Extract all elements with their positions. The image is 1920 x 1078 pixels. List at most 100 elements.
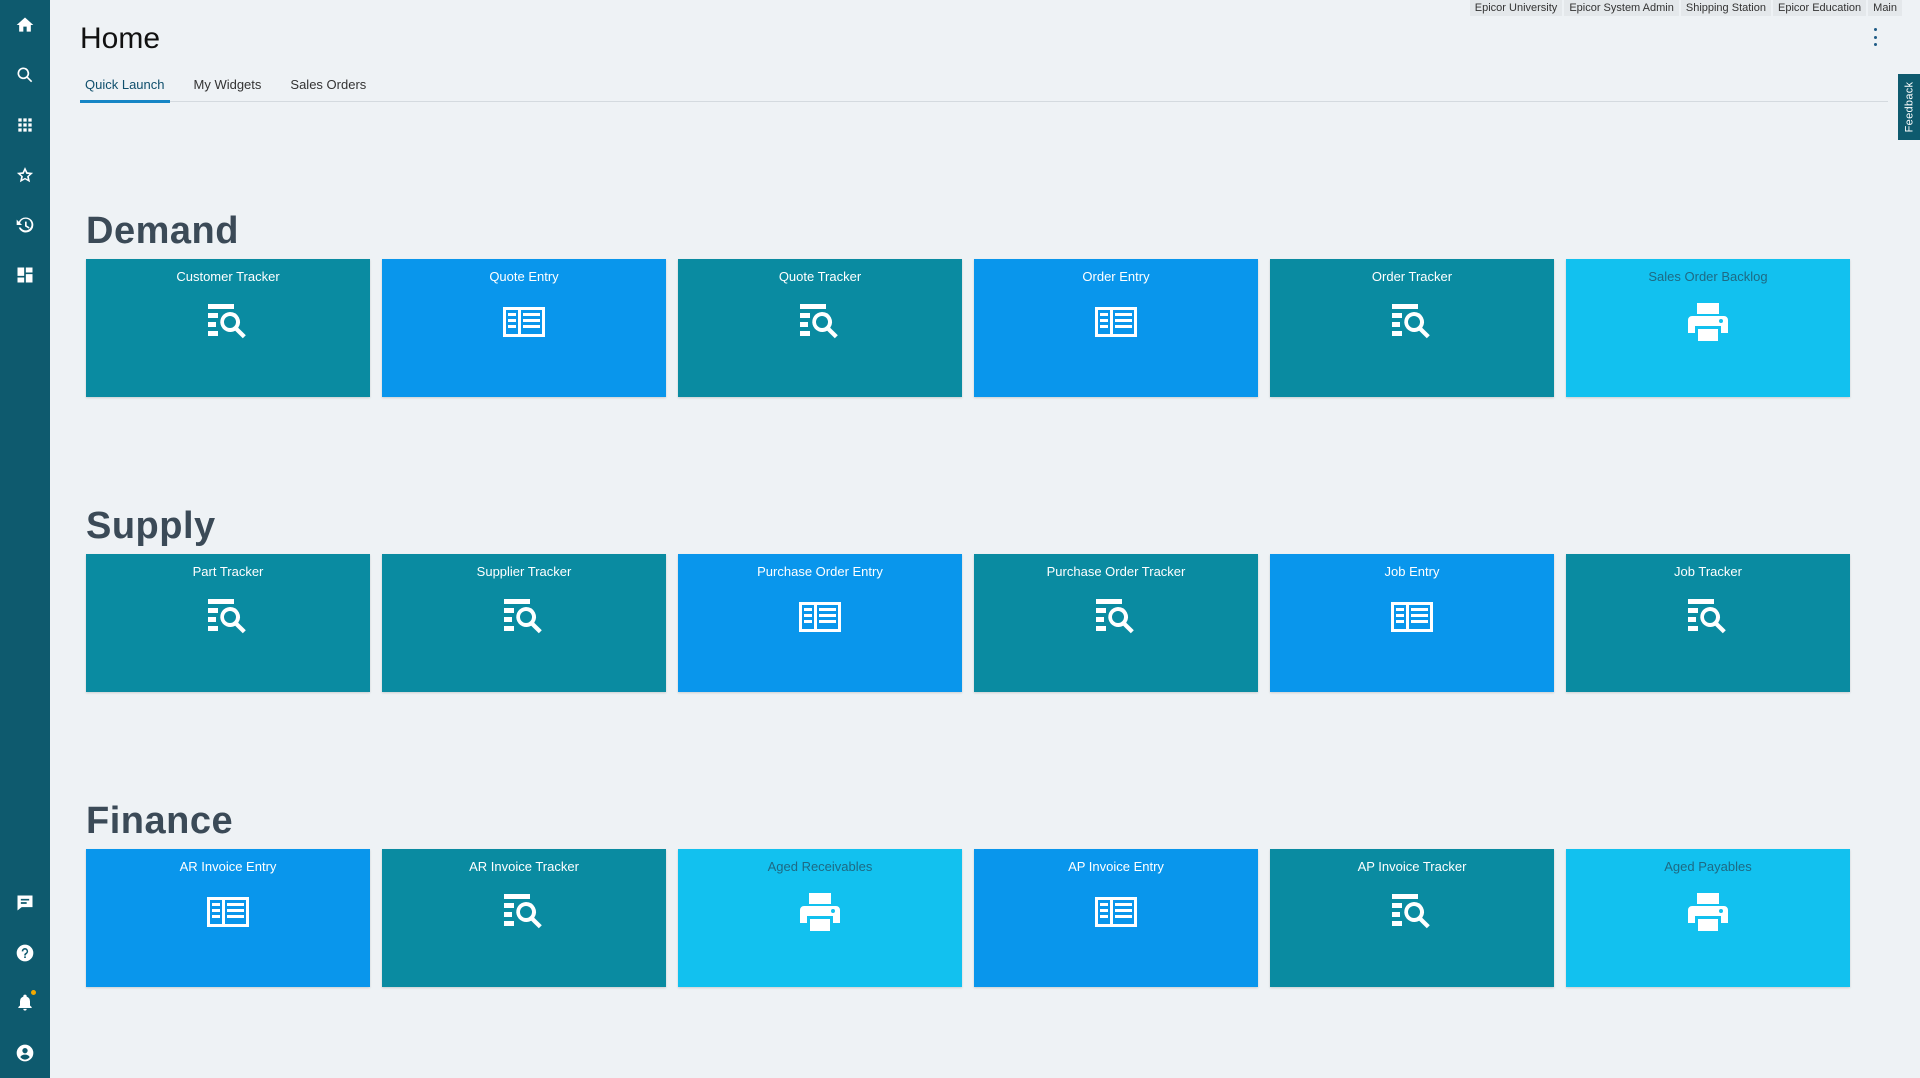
tab-quick-launch[interactable]: Quick Launch <box>80 76 170 103</box>
tile-row: Customer Tracker Quote Entry Quote Tracker… <box>86 259 1850 397</box>
page-title: Home <box>80 22 161 55</box>
tile-row: Part Tracker Supplier Tracker Purchase Ord… <box>86 554 1850 692</box>
company-link[interactable]: Main <box>1868 0 1902 16</box>
tracker-search-icon <box>204 593 252 641</box>
notifications-button[interactable] <box>0 978 50 1028</box>
tile-ap-invoice-tracker[interactable]: AP Invoice Tracker <box>1270 849 1554 987</box>
section-demand: Demand Customer Tracker Quote Entry Quote … <box>86 207 1850 397</box>
tile-supplier-tracker[interactable]: Supplier Tracker <box>382 554 666 692</box>
entry-form-icon <box>500 298 548 346</box>
tab-sales-orders[interactable]: Sales Orders <box>285 76 371 102</box>
tracker-search-icon <box>204 298 252 346</box>
sidebar-bottom-group <box>0 878 50 1078</box>
history-icon <box>16 217 34 233</box>
tile-label: Part Tracker <box>192 564 264 579</box>
tile-row: AR Invoice Entry AR Invoice Tracker Aged R… <box>86 849 1850 987</box>
more-options-icon[interactable] <box>1870 28 1880 46</box>
company-link[interactable]: Epicor University <box>1469 0 1563 16</box>
entry-form-icon <box>1092 298 1140 346</box>
company-link[interactable]: Epicor System Admin <box>1564 0 1679 16</box>
tile-label: AR Invoice Entry <box>179 859 277 874</box>
tile-label: Job Tracker <box>1674 564 1742 579</box>
dashboard-button[interactable] <box>0 250 50 300</box>
tile-label: Aged Payables <box>1664 859 1752 874</box>
tile-label: Purchase Order Entry <box>757 564 883 579</box>
help-icon <box>16 944 34 962</box>
tile-part-tracker[interactable]: Part Tracker <box>86 554 370 692</box>
tracker-search-icon <box>796 298 844 346</box>
company-links: Epicor University Epicor System Admin Sh… <box>1468 0 1902 16</box>
tile-job-tracker[interactable]: Job Tracker <box>1566 554 1850 692</box>
search-button[interactable] <box>0 50 50 100</box>
tracker-search-icon <box>1388 888 1436 936</box>
entry-form-icon <box>796 593 844 641</box>
main-content: Epicor University Epicor System Admin Sh… <box>50 0 1920 1078</box>
tile-label: Supplier Tracker <box>476 564 572 579</box>
tracker-search-icon <box>500 888 548 936</box>
section-title: Finance <box>86 800 234 842</box>
tab-bar: Quick Launch My Widgets Sales Orders <box>80 76 1888 103</box>
tile-purchase-order-tracker[interactable]: Purchase Order Tracker <box>974 554 1258 692</box>
home-icon <box>16 17 34 32</box>
tile-aged-receivables[interactable]: Aged Receivables <box>678 849 962 987</box>
tile-aged-payables[interactable]: Aged Payables <box>1566 849 1850 987</box>
favorites-button[interactable] <box>0 150 50 200</box>
tile-label: Quote Tracker <box>778 269 862 284</box>
company-link[interactable]: Shipping Station <box>1680 0 1771 16</box>
tile-label: Aged Receivables <box>767 859 873 874</box>
bell-icon <box>18 994 32 1011</box>
chat-button[interactable] <box>0 878 50 928</box>
tile-quote-entry[interactable]: Quote Entry <box>382 259 666 397</box>
printer-icon <box>1684 888 1732 936</box>
printer-icon <box>1684 298 1732 346</box>
section-finance: Finance AR Invoice Entry AR Invoice Track… <box>86 797 1850 987</box>
tracker-search-icon <box>1388 298 1436 346</box>
tile-label: AP Invoice Entry <box>1068 859 1164 874</box>
section-title: Demand <box>86 210 239 252</box>
tile-job-entry[interactable]: Job Entry <box>1270 554 1554 692</box>
tile-order-tracker[interactable]: Order Tracker <box>1270 259 1554 397</box>
entry-form-icon <box>1092 888 1140 936</box>
section-supply: Supply Part Tracker Supplier Tracker Purch… <box>86 502 1850 692</box>
feedback-tab[interactable]: Feedback <box>1898 74 1920 140</box>
apps-button[interactable] <box>0 100 50 150</box>
tile-quote-tracker[interactable]: Quote Tracker <box>678 259 962 397</box>
printer-icon <box>796 888 844 936</box>
tile-ar-invoice-tracker[interactable]: AR Invoice Tracker <box>382 849 666 987</box>
tile-label: Order Tracker <box>1371 269 1453 284</box>
user-button[interactable] <box>0 1028 50 1078</box>
tracker-search-icon <box>1092 593 1140 641</box>
tile-label: Customer Tracker <box>176 269 280 284</box>
tile-label: AP Invoice Tracker <box>1357 859 1467 874</box>
tile-customer-tracker[interactable]: Customer Tracker <box>86 259 370 397</box>
company-link[interactable]: Epicor Education <box>1772 0 1867 16</box>
tile-label: AR Invoice Tracker <box>469 859 579 874</box>
help-button[interactable] <box>0 928 50 978</box>
dashboard-icon <box>17 267 33 283</box>
star-icon <box>16 167 34 183</box>
sidebar-top-group <box>0 0 50 300</box>
tile-label: Quote Entry <box>489 269 559 284</box>
chat-icon <box>17 895 33 911</box>
sidebar <box>0 0 50 1078</box>
entry-form-icon <box>204 888 252 936</box>
home-button[interactable] <box>0 0 50 50</box>
user-icon <box>16 1044 34 1062</box>
tile-ar-invoice-entry[interactable]: AR Invoice Entry <box>86 849 370 987</box>
search-icon <box>17 67 33 83</box>
history-button[interactable] <box>0 200 50 250</box>
tile-label: Order Entry <box>1082 269 1150 284</box>
tracker-search-icon <box>500 593 548 641</box>
apps-grid-icon <box>18 118 32 132</box>
tile-label: Job Entry <box>1384 564 1440 579</box>
tracker-search-icon <box>1684 593 1732 641</box>
tile-order-entry[interactable]: Order Entry <box>974 259 1258 397</box>
tab-my-widgets[interactable]: My Widgets <box>189 76 267 102</box>
tile-label: Purchase Order Tracker <box>1046 564 1186 579</box>
tile-sales-order-backlog[interactable]: Sales Order Backlog <box>1566 259 1850 397</box>
tile-purchase-order-entry[interactable]: Purchase Order Entry <box>678 554 962 692</box>
tile-ap-invoice-entry[interactable]: AP Invoice Entry <box>974 849 1258 987</box>
notification-dot <box>31 990 36 995</box>
feedback-label: Feedback <box>1903 81 1915 133</box>
section-title: Supply <box>86 505 216 547</box>
